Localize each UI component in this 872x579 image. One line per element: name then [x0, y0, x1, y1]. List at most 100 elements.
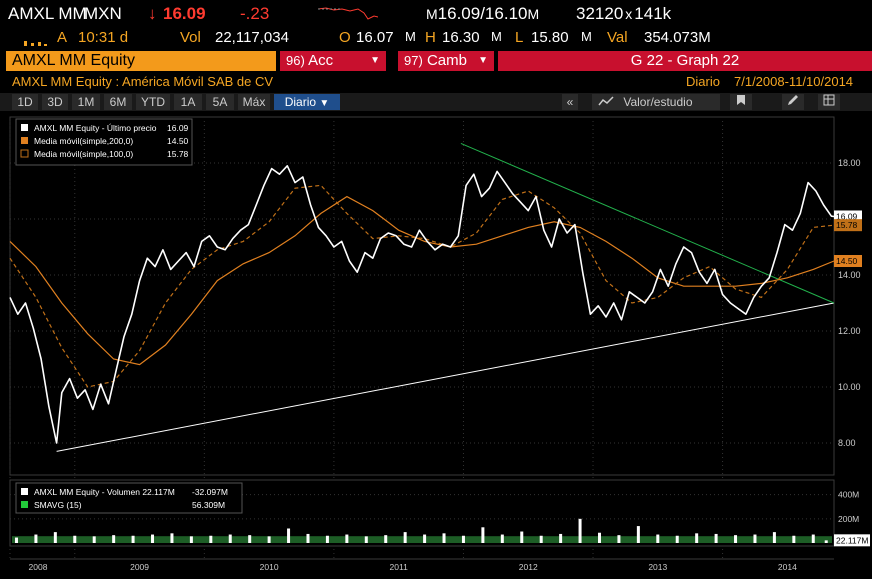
low-value: 15.80 — [531, 29, 569, 46]
volume-bar — [170, 533, 174, 543]
table-icon[interactable] — [818, 94, 840, 110]
volume-bar — [714, 533, 718, 543]
volume-bar — [500, 534, 504, 543]
open-value: 16.07 — [356, 29, 394, 46]
y-tick-label: 12.00 — [838, 326, 861, 336]
camb-menu-button[interactable]: 97) Camb ▼ — [398, 51, 494, 71]
last-price: 16.09 — [163, 4, 206, 23]
bookmark-icon[interactable] — [730, 94, 752, 110]
volume-bar — [811, 534, 815, 543]
high-value: 16.30 — [442, 29, 480, 46]
legend-swatch-smavg — [21, 501, 28, 508]
legend-sma100-name: Media móvil(simple,100,0) — [34, 149, 133, 159]
x-tick-label: 2010 — [260, 562, 279, 572]
legend-price-name: AMXL MM Equity - Último precio — [34, 123, 157, 133]
volume-bar — [520, 531, 524, 543]
date-range: 7/1/2008-11/10/2014 — [734, 74, 854, 89]
legend-sma200-name: Media móvil(simple,200,0) — [34, 136, 133, 146]
y-tick-label: 8.00 — [838, 438, 856, 448]
tab-max[interactable]: Máx — [238, 94, 270, 110]
legend-volume-value: -32.097M — [192, 487, 228, 497]
price-change: -.23 — [240, 4, 270, 23]
x-tick-label: 2013 — [648, 562, 667, 572]
x-tick-label: 2009 — [130, 562, 149, 572]
chart-area: 8.0010.0012.0014.0016.0018.0016.0915.781… — [0, 113, 872, 574]
volume-bar — [539, 535, 543, 543]
open-suffix: M — [405, 29, 416, 44]
command-bar: AMXL MM Equity 96) Acc ▼ 97) Camb ▼ G 22… — [0, 51, 872, 71]
price-chart-svg: 8.0010.0012.0014.0016.0018.0016.0915.781… — [9, 116, 870, 572]
volume-y-tick: 200M — [838, 514, 859, 524]
stats-line: A 10:31 d Vol 22,117,034 O 16.07 M H 16.… — [0, 28, 872, 48]
volume-bar — [824, 540, 828, 543]
y-tick-label: 14.00 — [838, 270, 861, 280]
volume-bar — [53, 532, 57, 543]
volume-bars-icon — [22, 32, 48, 50]
vol-value: 22,117,034 — [215, 29, 289, 46]
volume-bar — [34, 534, 38, 543]
volume-bar — [442, 533, 446, 543]
edit-icon[interactable] — [782, 94, 804, 110]
volume-bar — [617, 535, 621, 543]
bid-ask: M16.09/16.10M — [426, 4, 540, 23]
security-name: AMXL MM Equity : América Móvil SAB de CV — [12, 74, 274, 89]
high-label: H — [425, 29, 436, 46]
quote-line: AMXL MM MXN ↓ 16.09 -.23 M16.09/16.10M 3… — [0, 2, 872, 26]
dropdown-arrow-icon: ▼ — [478, 55, 488, 66]
volume-y-axis: 200M 400M 22.117M — [834, 490, 870, 547]
tab-3d[interactable]: 3D — [42, 94, 68, 110]
volume-bar — [92, 536, 96, 543]
currency-label: MXN — [84, 4, 122, 23]
volume-bar — [792, 535, 796, 543]
volume-bar — [306, 533, 310, 543]
y-tick-label: 10.00 — [838, 382, 861, 392]
volume-bar — [384, 535, 388, 543]
collapse-button[interactable]: « — [562, 94, 578, 110]
volume-bar — [695, 533, 699, 543]
value-study-button[interactable]: Valor/estudio — [592, 94, 720, 110]
range-toolbar: 1D 3D 1M 6M YTD 1A 5A Máx Diario ▼ « Val… — [0, 93, 872, 111]
volume-bar — [364, 536, 368, 543]
dropdown-arrow-icon: ▼ — [370, 55, 380, 66]
val-label: Val — [607, 29, 628, 46]
volume-bar — [267, 536, 271, 543]
high-suffix: M — [491, 29, 502, 44]
volume-bar — [189, 536, 193, 543]
ticker-label: AMXL MM — [8, 4, 87, 23]
volume-bar — [734, 535, 738, 543]
volume-bar — [461, 535, 465, 543]
period-label: Diario — [686, 74, 720, 89]
volume-bar — [559, 533, 563, 543]
tab-1m[interactable]: 1M — [72, 94, 100, 110]
flag-label: A — [57, 29, 68, 46]
tab-6m[interactable]: 6M — [104, 94, 132, 110]
x-tick-label: 2011 — [390, 562, 409, 572]
legend-sma200-value: 14.50 — [167, 136, 189, 146]
volume-bar — [228, 534, 232, 543]
acc-menu-button[interactable]: 96) Acc ▼ — [280, 51, 386, 71]
volume-bar — [73, 535, 77, 543]
tab-5a[interactable]: 5A — [206, 94, 234, 110]
legend-price-value: 16.09 — [167, 123, 189, 133]
volume-y-tick: 400M — [838, 490, 859, 500]
volume-bar — [636, 526, 640, 543]
security-field[interactable]: AMXL MM Equity — [6, 51, 276, 71]
legend-swatch-price — [21, 124, 28, 131]
price-tag-label: 15.78 — [836, 220, 858, 230]
volume-tag-label: 22.117M — [836, 535, 868, 545]
volume-bar — [325, 535, 329, 543]
price-legend: AMXL MM Equity - Último precio 16.09 Med… — [15, 118, 193, 166]
price-panel — [9, 116, 835, 476]
frequency-select[interactable]: Diario ▼ — [274, 94, 340, 110]
graph-title: G 22 - Graph 22 — [498, 51, 872, 71]
volume-bar — [597, 532, 601, 543]
legend-swatch-sma200 — [21, 137, 28, 144]
tab-1d[interactable]: 1D — [12, 94, 38, 110]
y-tick-label: 18.00 — [838, 158, 861, 168]
tab-ytd[interactable]: YTD — [136, 94, 170, 110]
volume-bar — [772, 532, 776, 543]
volume-bar — [14, 537, 18, 543]
volume-bar — [423, 534, 427, 543]
vol-label: Vol — [180, 29, 201, 46]
tab-1a[interactable]: 1A — [174, 94, 202, 110]
